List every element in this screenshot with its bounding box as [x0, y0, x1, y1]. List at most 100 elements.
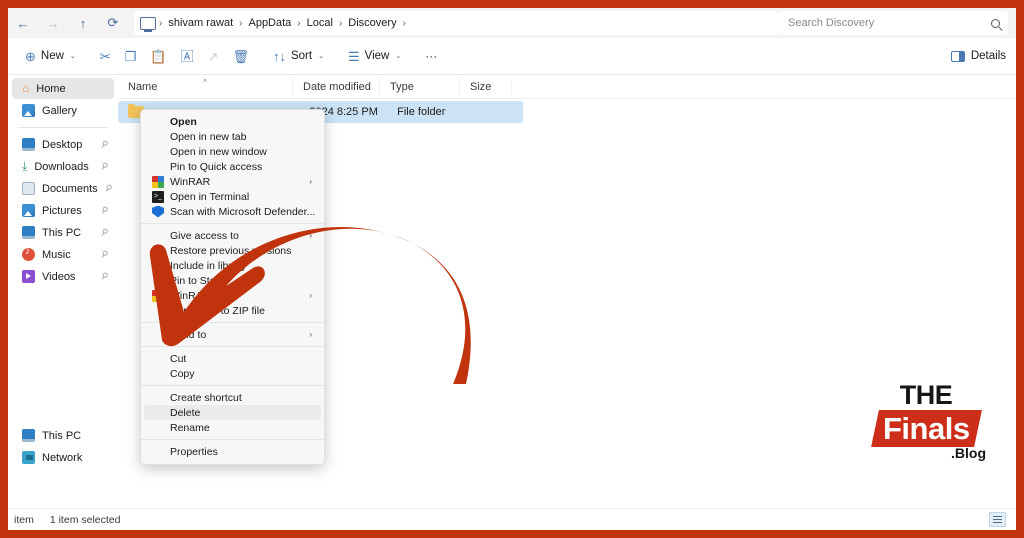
menu-item-label: Pin to Quick access — [170, 160, 263, 173]
menu-item-rename[interactable]: Rename — [144, 420, 321, 435]
blank-icon — [152, 446, 164, 458]
sort-button[interactable]: ↑↓ Sort ⌄ — [266, 43, 331, 69]
breadcrumb-item-appdata[interactable]: AppData — [243, 17, 296, 29]
sidebar-item-this-pc[interactable]: This PC ⚲ — [12, 222, 114, 243]
menu-item-open[interactable]: Open — [144, 114, 321, 129]
refresh-icon[interactable]: ⟳ — [98, 11, 128, 35]
menu-item-properties[interactable]: Properties — [144, 444, 321, 459]
network-icon — [22, 451, 35, 464]
column-header-date-modified[interactable]: Date modified — [293, 78, 380, 95]
breadcrumb-item-user[interactable]: shivam rawat — [163, 17, 238, 29]
share-button[interactable]: ↗ — [201, 43, 226, 69]
menu-item-open-in-new-tab[interactable]: Open in new tab — [144, 129, 321, 144]
menu-item-label: Scan with Microsoft Defender... — [170, 205, 316, 218]
breadcrumb[interactable]: › shivam rawat › AppData › Local › Disco… — [134, 11, 778, 35]
details-view-button[interactable] — [989, 512, 1006, 527]
details-pane-button[interactable]: Details — [950, 50, 1016, 62]
up-icon[interactable]: ↑ — [68, 11, 98, 35]
cell-type: File folder — [397, 106, 446, 118]
menu-item-restore-previous-versions[interactable]: Restore previous versions — [144, 243, 321, 258]
pin-icon[interactable]: ⚲ — [99, 138, 110, 151]
pin-icon[interactable]: ⚲ — [99, 204, 110, 217]
menu-item-copy[interactable]: Copy — [144, 366, 321, 381]
music-icon — [22, 246, 35, 261]
menu-item-open-in-new-window[interactable]: Open in new window — [144, 144, 321, 159]
cut-button[interactable]: ✂ — [93, 43, 118, 69]
submenu-arrow-icon: › — [309, 231, 312, 240]
scissors-icon: ✂ — [99, 48, 111, 64]
home-icon: ⌂ — [22, 81, 30, 95]
column-header-type[interactable]: Type — [380, 78, 460, 95]
this-pc-icon — [140, 16, 156, 32]
menu-item-give-access-to[interactable]: Give access to › — [144, 228, 321, 243]
winrar-icon — [152, 175, 164, 188]
rename-icon: 🄰 — [180, 48, 194, 64]
menu-item-winrar[interactable]: WinRAR › — [144, 174, 321, 189]
column-header-size[interactable]: Size — [460, 78, 512, 95]
menu-item-create-shortcut[interactable]: Create shortcut — [144, 390, 321, 405]
downloads-icon: ⤓ — [22, 159, 28, 173]
back-icon[interactable]: ← — [8, 11, 38, 35]
pin-icon[interactable]: ⚲ — [99, 160, 110, 173]
sort-label: Sort — [290, 50, 313, 62]
logo-blog-text: .Blog — [951, 445, 986, 461]
menu-item-cut[interactable]: Cut — [144, 351, 321, 366]
rename-button[interactable]: 🄰 — [174, 43, 201, 69]
menu-item-pin-to-quick-access[interactable]: Pin to Quick access — [144, 159, 321, 174]
sidebar-item-downloads[interactable]: ⤓ Downloads ⚲ — [12, 156, 114, 177]
search-icon — [991, 18, 1000, 28]
sidebar-item-this-pc-tree[interactable]: This PC — [12, 425, 114, 446]
pin-icon[interactable]: ⚲ — [99, 226, 110, 239]
sidebar-item-documents[interactable]: Documents ⚲ — [12, 178, 114, 199]
watermark-logo: THE Finals .Blog — [856, 381, 996, 476]
view-button[interactable]: ☰ View ⌄ — [341, 43, 408, 69]
breadcrumb-item-local[interactable]: Local — [302, 17, 338, 29]
pin-icon[interactable]: ⚲ — [102, 182, 114, 195]
delete-button[interactable]: 🗑 — [225, 43, 256, 69]
menu-item-label: Rename — [170, 421, 210, 434]
forward-icon[interactable]: → — [38, 11, 68, 35]
pin-icon[interactable]: ⚲ — [99, 270, 110, 283]
menu-item-pin-to-start[interactable]: Pin to Start — [144, 273, 321, 288]
search-input[interactable]: Search Discovery — [778, 11, 1008, 35]
paste-button[interactable]: 📋 — [143, 43, 173, 69]
pin-icon[interactable]: ⚲ — [99, 248, 110, 261]
menu-item-delete[interactable]: Delete — [144, 405, 321, 420]
sidebar-item-label: Home — [36, 82, 66, 95]
menu-item-winrar-2[interactable]: WinRAR › — [144, 288, 321, 303]
details-label: Details — [970, 50, 1006, 62]
blank-icon — [152, 230, 164, 242]
sidebar-item-network[interactable]: Network — [12, 447, 114, 468]
menu-item-send-to[interactable]: Send to › — [144, 327, 321, 342]
blank-icon — [152, 353, 164, 365]
sidebar-item-label: Videos — [42, 270, 76, 283]
blank-icon — [152, 407, 164, 419]
menu-item-scan-with-defender[interactable]: Scan with Microsoft Defender... — [144, 204, 321, 219]
sidebar-item-music[interactable]: Music ⚲ — [12, 244, 114, 265]
menu-divider — [141, 322, 324, 323]
logo-the-text: THE — [899, 380, 953, 410]
sidebar-item-label: This PC — [42, 429, 82, 442]
menu-item-compress-to-zip[interactable]: Compress to ZIP file — [144, 303, 321, 318]
menu-item-include-in-library[interactable]: Include in library — [144, 258, 321, 273]
search-placeholder: Search Discovery — [788, 17, 875, 29]
blank-icon — [152, 329, 164, 341]
chevron-down-icon: ⌄ — [395, 53, 402, 60]
desktop-icon — [22, 138, 35, 151]
sidebar-item-videos[interactable]: Videos ⚲ — [12, 266, 114, 287]
more-options-button[interactable]: ··· — [418, 43, 444, 69]
terminal-icon: >_ — [152, 190, 164, 203]
breadcrumb-item-discovery[interactable]: Discovery — [343, 17, 401, 29]
column-header-name[interactable]: Name ^ — [118, 78, 293, 95]
copy-button[interactable]: ❐ — [118, 43, 144, 69]
menu-item-label: Properties — [170, 445, 218, 458]
new-button[interactable]: ⊕ New ⌄ — [18, 43, 83, 69]
sidebar-item-pictures[interactable]: Pictures ⚲ — [12, 200, 114, 221]
sidebar-item-desktop[interactable]: Desktop ⚲ — [12, 134, 114, 155]
submenu-arrow-icon: › — [309, 330, 312, 339]
menu-item-open-in-terminal[interactable]: >_ Open in Terminal — [144, 189, 321, 204]
sidebar-item-gallery[interactable]: Gallery — [12, 100, 114, 121]
menu-item-label: WinRAR — [170, 289, 211, 302]
sidebar-item-home[interactable]: ⌂ Home — [12, 78, 114, 99]
pictures-icon — [22, 204, 35, 217]
